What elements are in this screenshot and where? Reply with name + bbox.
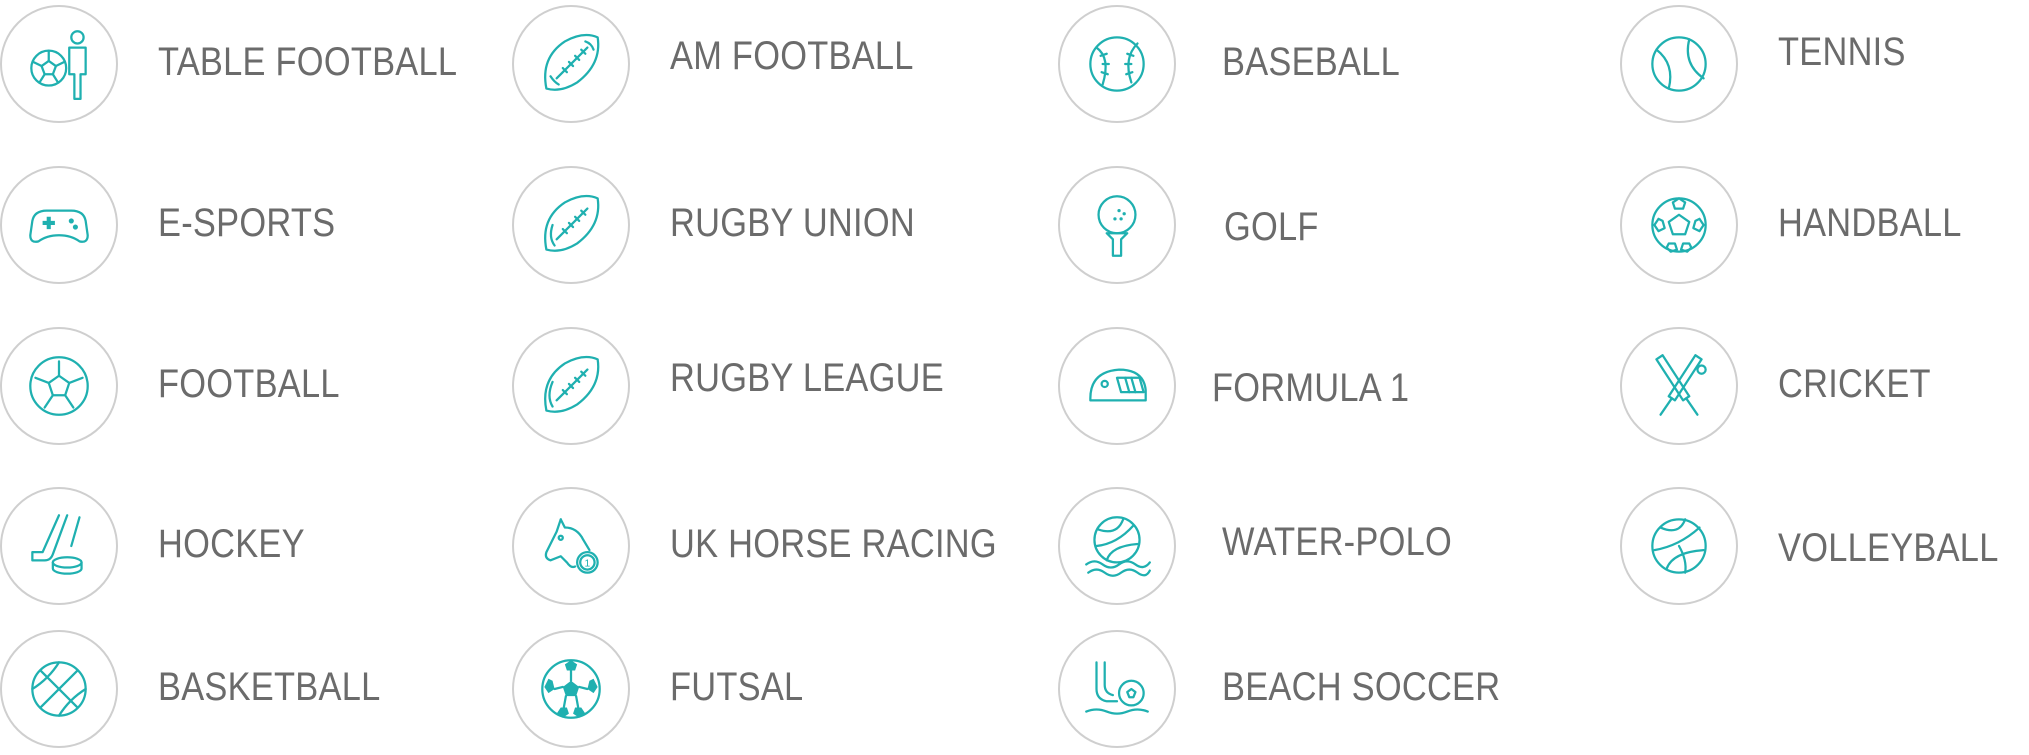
- sport-item-football[interactable]: FOOTBALL: [0, 322, 480, 452]
- sport-item-table-football[interactable]: TABLE FOOTBALL: [0, 0, 480, 130]
- sport-item-golf[interactable]: GOLF: [1058, 161, 1538, 291]
- american-football-icon: [512, 5, 630, 123]
- tennis-ball-icon: [1620, 5, 1738, 123]
- sport-item-rugby-union[interactable]: RUGBY UNION: [512, 161, 992, 291]
- sport-item-formula-1[interactable]: FORMULA 1: [1058, 322, 1538, 452]
- sport-item-futsal[interactable]: FUTSAL: [512, 625, 992, 755]
- soccer-ball-icon: [0, 327, 118, 445]
- rugby-league-ball-icon: [512, 327, 630, 445]
- gamepad-icon: [0, 166, 118, 284]
- sport-label: UK HORSE RACING: [670, 522, 997, 566]
- sport-label: HANDBALL: [1778, 201, 1962, 245]
- sport-label: E-SPORTS: [158, 201, 336, 245]
- sport-label: RUGBY UNION: [670, 201, 915, 245]
- sport-label: GOLF: [1224, 205, 1319, 249]
- sport-label: CRICKET: [1778, 362, 1931, 406]
- sport-item-uk-horse-racing[interactable]: 1 UK HORSE RACING: [512, 482, 997, 612]
- sport-item-volleyball[interactable]: VOLLEYBALL: [1620, 482, 2029, 612]
- sport-label: FOOTBALL: [158, 362, 340, 406]
- basketball-icon: [0, 630, 118, 748]
- beach-soccer-icon: [1058, 630, 1176, 748]
- sport-label: TABLE FOOTBALL: [158, 40, 458, 84]
- hockey-stick-puck-icon: [0, 487, 118, 605]
- horse-head-medal-icon: 1: [512, 487, 630, 605]
- sport-label: FUTSAL: [670, 665, 804, 709]
- cricket-bats-icon: [1620, 327, 1738, 445]
- sport-item-handball[interactable]: HANDBALL: [1620, 161, 2029, 291]
- sport-label: RUGBY LEAGUE: [670, 356, 944, 400]
- svg-text:1: 1: [585, 559, 591, 570]
- golf-ball-on-tee-icon: [1058, 166, 1176, 284]
- sport-item-baseball[interactable]: BASEBALL: [1058, 0, 1538, 130]
- sport-item-rugby-league[interactable]: RUGBY LEAGUE: [512, 322, 992, 452]
- sport-label: BEACH SOCCER: [1222, 665, 1501, 709]
- sport-item-e-sports[interactable]: E-SPORTS: [0, 161, 480, 291]
- volleyball-icon: [1620, 487, 1738, 605]
- sport-label: WATER-POLO: [1222, 520, 1453, 564]
- sport-label: TENNIS: [1778, 30, 1906, 74]
- sport-label: AM FOOTBALL: [670, 34, 914, 78]
- sport-item-beach-soccer[interactable]: BEACH SOCCER: [1058, 625, 1538, 755]
- racing-helmet-icon: [1058, 327, 1176, 445]
- sport-item-am-football[interactable]: AM FOOTBALL: [512, 0, 992, 130]
- table-football-icon: [0, 5, 118, 123]
- baseball-icon: [1058, 5, 1176, 123]
- sport-item-basketball[interactable]: BASKETBALL: [0, 625, 480, 755]
- sport-label: BASEBALL: [1222, 40, 1401, 84]
- futsal-ball-icon: [512, 630, 630, 748]
- sport-item-water-polo[interactable]: WATER-POLO: [1058, 482, 1538, 612]
- sport-item-cricket[interactable]: CRICKET: [1620, 322, 2029, 452]
- water-polo-ball-icon: [1058, 487, 1176, 605]
- sport-label: HOCKEY: [158, 522, 305, 566]
- sport-label: BASKETBALL: [158, 665, 381, 709]
- sport-item-hockey[interactable]: HOCKEY: [0, 482, 480, 612]
- handball-icon: [1620, 166, 1738, 284]
- rugby-ball-icon: [512, 166, 630, 284]
- sport-item-tennis[interactable]: TENNIS: [1620, 0, 2029, 130]
- sport-label: VOLLEYBALL: [1778, 526, 1999, 570]
- sport-label: FORMULA 1: [1212, 366, 1410, 410]
